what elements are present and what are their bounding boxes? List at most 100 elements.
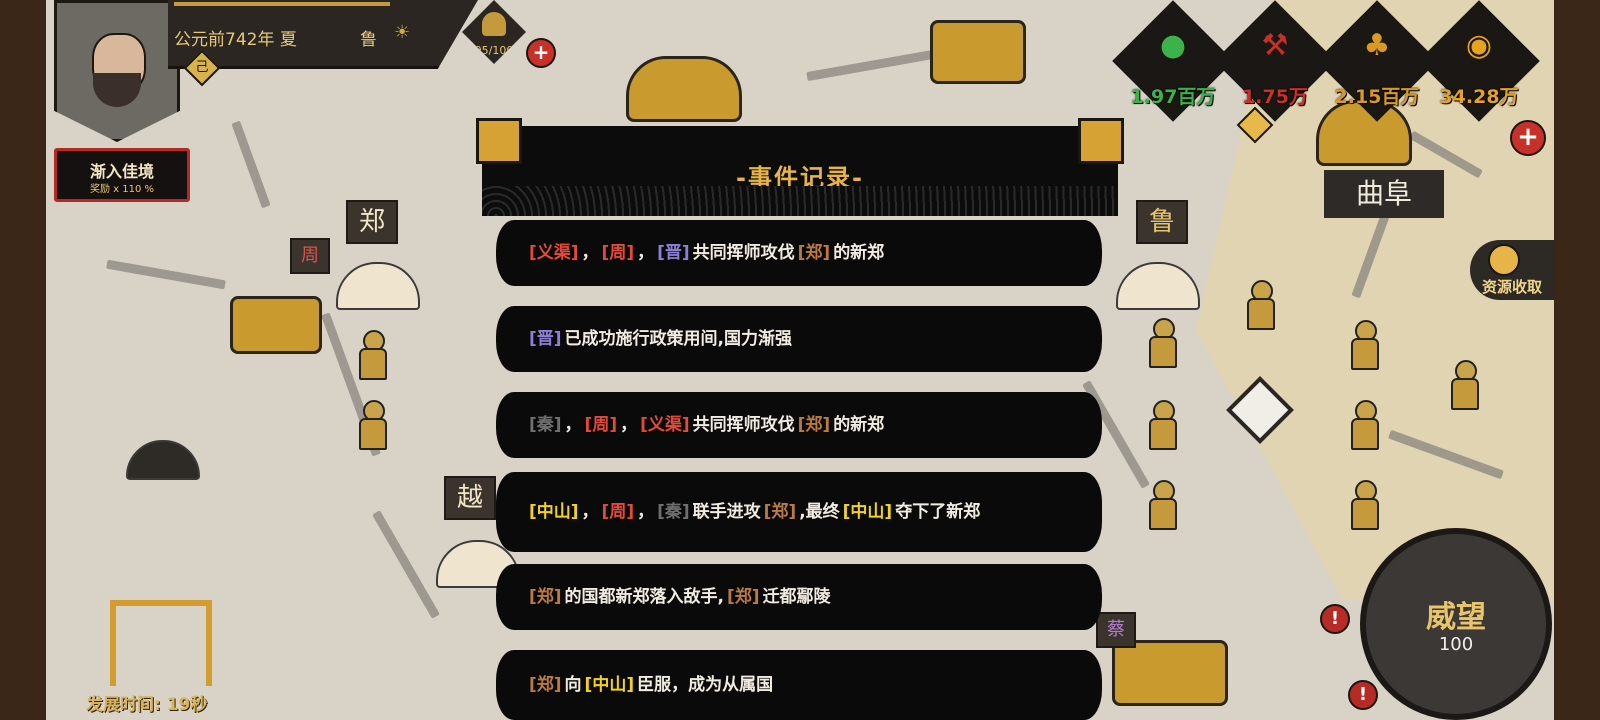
event-row: [晋] 已成功施行政策用间,国力渐强	[496, 306, 1102, 372]
soldier-unit[interactable]	[1346, 400, 1380, 452]
state-tag: [周]	[601, 243, 635, 263]
flag-zhou[interactable]: 周	[290, 238, 330, 274]
development-gate-icon[interactable]	[110, 600, 212, 686]
soldier-unit[interactable]	[354, 400, 388, 452]
soldier-unit[interactable]	[1144, 400, 1178, 452]
city-building[interactable]	[626, 56, 742, 122]
year-progress-bar	[174, 2, 390, 6]
event-row: [义渠]， [周]， [晋] 共同挥师攻伐 [郑] 的新郑	[496, 220, 1102, 286]
state-tag: [郑]	[727, 587, 760, 607]
coin-icon: ◉	[1465, 28, 1493, 63]
event-text: ，	[637, 502, 655, 522]
sun-icon: ☀	[394, 22, 411, 43]
person-icon: ●	[1159, 28, 1187, 63]
state-tag: [周]	[601, 502, 635, 522]
ruler-beard	[93, 73, 141, 107]
soldier-unit[interactable]	[1346, 480, 1380, 532]
soldier-unit[interactable]	[354, 330, 388, 382]
city-building[interactable]	[930, 20, 1026, 84]
status-subtitle: 奖励 x 110 %	[89, 184, 155, 195]
event-text: 的新郑	[833, 415, 885, 435]
soldier-unit[interactable]	[1144, 318, 1178, 370]
state-tag: [郑]	[763, 502, 797, 522]
collect-label: 资源收取	[1482, 278, 1543, 296]
wave-pattern	[482, 186, 1118, 216]
prestige-button[interactable]: 威望 100	[1360, 528, 1552, 720]
state-tag: [郑]	[529, 675, 562, 695]
event-text: ，	[637, 243, 655, 263]
state-tag: [秦]	[657, 502, 690, 522]
state-tag: [郑]	[529, 587, 562, 607]
date-label: 公元前742年 夏	[174, 30, 297, 50]
flag-zheng[interactable]: 郑	[346, 200, 398, 244]
state-tag: [晋]	[529, 329, 562, 349]
state-tag: [郑]	[797, 243, 831, 263]
road	[106, 259, 226, 290]
soldier-unit[interactable]	[1346, 320, 1380, 372]
state-tag: [秦]	[529, 415, 562, 435]
camp-tent[interactable]	[1116, 262, 1200, 310]
event-text: 共同挥师攻伐	[692, 415, 795, 435]
state-tag: [郑]	[797, 415, 831, 435]
event-text: 已成功施行政策用间,国力渐强	[564, 329, 793, 349]
state-tag: [周]	[584, 415, 618, 435]
event-row: [郑] 的国都新郑落入敌手, [郑] 迁都鄢陵	[496, 564, 1102, 630]
collect-coin-icon	[1488, 244, 1520, 276]
camp-tent[interactable]	[336, 262, 420, 310]
development-timer: 发展时间: 19秒	[86, 695, 208, 715]
collect-resources-button[interactable]: 资源收取	[1470, 240, 1554, 300]
soldier-unit[interactable]	[1446, 360, 1480, 412]
road	[372, 510, 440, 619]
alert-icon[interactable]: !	[1320, 604, 1350, 634]
wheat-icon: ♣	[1363, 28, 1391, 63]
state-tag: [中山]	[842, 502, 893, 522]
resource-population-value: 1.97百万	[1130, 86, 1216, 108]
prestige-value: 100	[1438, 634, 1474, 655]
alert-icon[interactable]: !	[1348, 680, 1378, 710]
resource-military-value: 1.75万	[1242, 86, 1308, 108]
road	[806, 47, 946, 82]
event-row: [中山]， [周]， [秦] 联手进攻 [郑] ,最终 [中山] 夺下了新郑	[496, 472, 1102, 552]
event-text: ,最终	[799, 502, 840, 522]
flag-lu[interactable]: 鲁	[1136, 200, 1188, 244]
event-text: ，	[581, 243, 599, 263]
add-troops-button[interactable]: +	[526, 38, 556, 68]
top-info-bar: 公元前742年 夏 鲁 ☀	[168, 0, 478, 69]
event-text: 共同挥师攻伐	[692, 243, 795, 263]
soldier-unit[interactable]	[1144, 480, 1178, 532]
state-tag: [中山]	[529, 502, 579, 522]
soldier-unit[interactable]	[1242, 280, 1276, 332]
resource-grain-value: 2.15百万	[1334, 86, 1420, 108]
city-building[interactable]	[1112, 640, 1228, 706]
event-text: ，	[581, 502, 599, 522]
status-banner[interactable]: 渐入佳境 奖励 x 110 %	[54, 148, 190, 202]
city-building[interactable]	[230, 296, 322, 354]
city-name-label[interactable]: 曲阜	[1324, 170, 1444, 218]
event-row: [郑] 向 [中山] 臣服，成为从属国	[496, 650, 1102, 720]
add-resource-button[interactable]: +	[1510, 120, 1546, 156]
event-text: 臣服，成为从属国	[637, 675, 774, 695]
state-tag: [义渠]	[640, 415, 690, 435]
event-text: ，	[564, 415, 582, 435]
event-row: [秦]， [周]， [义渠] 共同挥师攻伐 [郑] 的新郑	[496, 392, 1102, 458]
event-text: 联手进攻	[692, 502, 761, 522]
state-tag: [中山]	[584, 675, 635, 695]
event-log-header: -事件记录-	[476, 118, 1124, 216]
dark-tent[interactable]	[126, 440, 200, 480]
state-tag: [义渠]	[529, 243, 579, 263]
event-log-panel[interactable]: -事件记录- [义渠]， [周]， [晋] 共同挥师攻伐 [郑] 的新郑 [晋] 已成功施行政…	[476, 118, 1124, 720]
event-text: 向	[564, 675, 582, 695]
prestige-label: 威望	[1426, 600, 1486, 635]
pickaxe-icon: ⚒	[1261, 28, 1289, 63]
status-title: 渐入佳境	[89, 162, 154, 181]
event-text: 的新郑	[833, 243, 885, 263]
event-text: 迁都鄢陵	[762, 587, 831, 607]
soldier-icon	[482, 12, 506, 36]
resource-money-value: 34.28万	[1439, 86, 1519, 108]
event-text: 夺下了新郑	[895, 502, 981, 522]
state-tag: [晋]	[657, 243, 690, 263]
event-text: 的国都新郑落入敌手,	[564, 587, 725, 607]
road	[231, 120, 271, 209]
rank-badge-label: 己	[195, 60, 209, 75]
capital-building[interactable]	[1316, 100, 1412, 166]
